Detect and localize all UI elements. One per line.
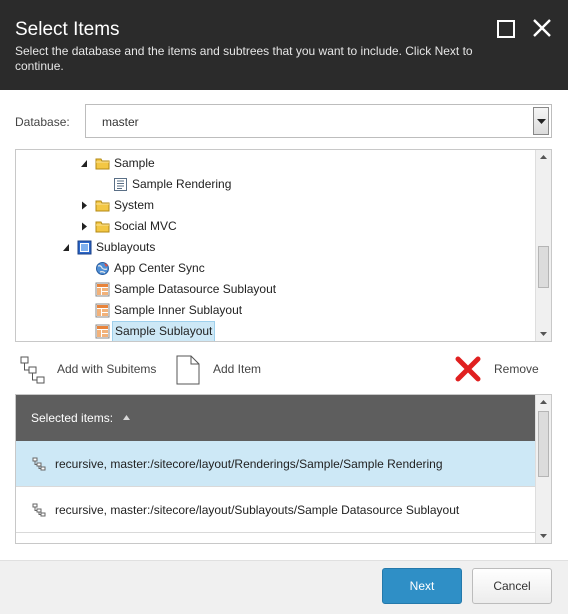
tree-item-label: App Center Sync — [114, 261, 205, 275]
database-select[interactable]: master — [85, 104, 552, 138]
item-toolbar: Add with Subitems Add Item Remove — [15, 352, 552, 386]
content-tree: Sample Sample Rendering System Social MV… — [15, 149, 552, 342]
subitems-icon — [32, 457, 46, 471]
scrollbar-thumb[interactable] — [538, 246, 549, 288]
subitems-icon — [32, 503, 46, 517]
sublayout-icon — [95, 324, 110, 339]
tree-item-social-mvc[interactable]: Social MVC — [16, 216, 536, 237]
selected-items-header-label: Selected items: — [31, 411, 114, 425]
sublayout-icon — [95, 282, 110, 297]
scrollbar-thumb[interactable] — [538, 411, 549, 477]
dialog-title: Select Items — [15, 19, 120, 40]
remove-button[interactable]: Remove — [455, 352, 552, 386]
tree-item-system[interactable]: System — [16, 195, 536, 216]
selected-item-row[interactable]: recursive, master:/sitecore/layout/Rende… — [16, 441, 536, 487]
tree-item-sample-datasource-sublayout[interactable]: Sample Datasource Sublayout — [16, 279, 536, 300]
remove-x-icon — [455, 356, 481, 382]
maximize-icon[interactable] — [497, 20, 515, 38]
next-button[interactable]: Next — [382, 568, 462, 604]
sort-asc-icon[interactable] — [123, 415, 130, 420]
selected-item-text: recursive, master:/sitecore/layout/Subla… — [55, 503, 460, 517]
tree-item-label: Sample Datasource Sublayout — [114, 282, 277, 296]
database-value: master — [102, 115, 139, 129]
expanded-arrow-icon[interactable] — [62, 243, 70, 252]
scroll-up-icon[interactable] — [536, 150, 551, 165]
tree-item-sublayouts[interactable]: Sublayouts — [16, 237, 536, 258]
rendering-icon — [114, 178, 127, 191]
scroll-down-icon[interactable] — [536, 528, 551, 543]
subitems-icon — [20, 356, 45, 384]
tree-item-label: Social MVC — [114, 219, 177, 233]
dialog-footer: Next Cancel — [0, 560, 568, 614]
sublayout-icon — [95, 303, 110, 318]
folder-icon — [95, 221, 110, 233]
selected-item-text: recursive, master:/sitecore/layout/Rende… — [55, 457, 443, 471]
tree-item-label: Sample — [114, 156, 155, 170]
add-with-subitems-label: Add with Subitems — [57, 362, 157, 376]
cancel-button[interactable]: Cancel — [472, 568, 552, 604]
collapsed-arrow-icon[interactable] — [80, 201, 88, 210]
tree-item-app-center-sync[interactable]: App Center Sync — [16, 258, 536, 279]
tree-item-sample-inner-sublayout[interactable]: Sample Inner Sublayout — [16, 300, 536, 321]
collapsed-arrow-icon[interactable] — [80, 222, 88, 231]
tree-item-label: Sample Rendering — [132, 177, 232, 191]
tree-item-label: System — [114, 198, 155, 212]
add-item-label: Add Item — [213, 362, 262, 376]
scroll-down-icon[interactable] — [536, 326, 551, 341]
tree-scrollbar[interactable] — [535, 150, 551, 341]
database-label: Database: — [15, 115, 70, 129]
globe-icon — [96, 262, 109, 275]
tree-item-label: Sublayouts — [96, 240, 156, 254]
tree-item-sample-rendering[interactable]: Sample Rendering — [16, 174, 536, 195]
selected-items-scrollbar[interactable] — [535, 395, 551, 543]
tree-item-label: Sample Sublayout — [112, 321, 216, 341]
dialog-subtitle: Select the database and the items and su… — [15, 44, 473, 73]
tree-item-sample-sublayout[interactable]: Sample Sublayout — [16, 321, 536, 341]
selected-items-panel: Selected items: recursive, master:/sitec… — [15, 394, 552, 544]
remove-label: Remove — [494, 362, 539, 376]
chevron-down-icon[interactable] — [533, 107, 549, 135]
dialog-titlebar: Select Items Select the database and the… — [0, 0, 568, 90]
close-icon[interactable] — [530, 16, 554, 40]
scroll-up-icon[interactable] — [536, 395, 551, 410]
selected-items-header[interactable]: Selected items: — [16, 395, 536, 441]
selected-item-row[interactable]: recursive, master:/sitecore/layout/Subla… — [16, 487, 536, 533]
add-item-button[interactable]: Add Item — [173, 352, 273, 386]
tree-item-label: Sample Inner Sublayout — [114, 303, 243, 317]
tree-item-sample[interactable]: Sample — [16, 153, 536, 174]
expanded-arrow-icon[interactable] — [80, 159, 88, 168]
add-with-subitems-button[interactable]: Add with Subitems — [15, 352, 165, 386]
selected-item-row-partial[interactable] — [16, 533, 536, 543]
document-icon — [176, 355, 200, 385]
folder-icon — [95, 200, 110, 212]
sublayouts-folder-icon — [77, 240, 92, 255]
folder-icon — [95, 158, 110, 170]
